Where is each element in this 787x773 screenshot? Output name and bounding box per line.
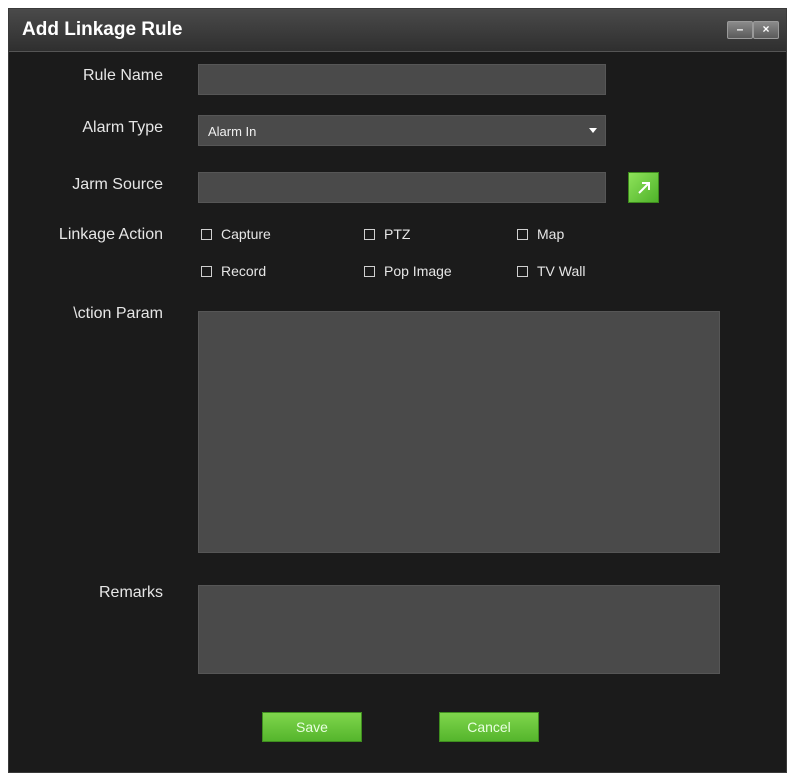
title-bar: Add Linkage Rule – × <box>9 9 786 52</box>
alarm-type-value: Alarm In <box>208 124 257 139</box>
checkbox-box[interactable] <box>364 228 375 240</box>
dialog-title: Add Linkage Rule <box>22 19 183 40</box>
alarm-type-label: Alarm Type <box>82 119 163 136</box>
cancel-button[interactable]: Cancel <box>439 712 539 742</box>
remarks-label: Remarks <box>98 584 163 601</box>
rule-name-field[interactable] <box>198 64 606 95</box>
rule-name-input[interactable] <box>199 65 605 94</box>
action-param-label: \ction Param <box>73 305 163 322</box>
alarm-type-select[interactable]: Alarm In <box>198 115 606 146</box>
remarks-input[interactable] <box>199 586 719 673</box>
pop-image-checkbox[interactable]: Pop Image <box>364 263 452 279</box>
pop-image-label: Pop Image <box>384 263 452 279</box>
chevron-down-icon <box>589 128 597 133</box>
ptz-label: PTZ <box>384 226 411 242</box>
linkage-action-label: Linkage Action <box>58 226 163 243</box>
save-button[interactable]: Save <box>262 712 362 742</box>
add-linkage-rule-dialog: Add Linkage Rule – × Rule Name Alarm Typ… <box>8 8 787 773</box>
rule-name-label: Rule Name <box>82 67 163 84</box>
alarm-source-input[interactable] <box>199 173 605 202</box>
browse-source-button[interactable] <box>628 172 659 203</box>
checkbox-box[interactable] <box>517 228 528 240</box>
checkbox-box[interactable] <box>364 265 375 277</box>
checkbox-box[interactable] <box>517 265 528 277</box>
capture-label: Capture <box>221 226 271 242</box>
remarks-area[interactable] <box>198 585 720 674</box>
map-label: Map <box>537 226 565 242</box>
map-checkbox[interactable]: Map <box>517 226 564 242</box>
record-checkbox[interactable]: Record <box>201 263 266 279</box>
minimize-button[interactable]: – <box>727 21 753 39</box>
tv-wall-label: TV Wall <box>537 263 586 279</box>
ptz-checkbox[interactable]: PTZ <box>364 226 410 242</box>
browse-source-icon <box>638 182 650 194</box>
alarm-source-field[interactable] <box>198 172 606 203</box>
record-label: Record <box>221 263 267 279</box>
tv-wall-checkbox[interactable]: TV Wall <box>517 263 585 279</box>
action-param-area[interactable] <box>198 311 720 553</box>
capture-checkbox[interactable]: Capture <box>201 226 271 242</box>
alarm-source-label: Jarm Source <box>72 176 163 193</box>
close-button[interactable]: × <box>753 21 779 39</box>
checkbox-box[interactable] <box>201 228 212 240</box>
checkbox-box[interactable] <box>201 265 212 277</box>
action-param-input[interactable] <box>199 312 719 552</box>
